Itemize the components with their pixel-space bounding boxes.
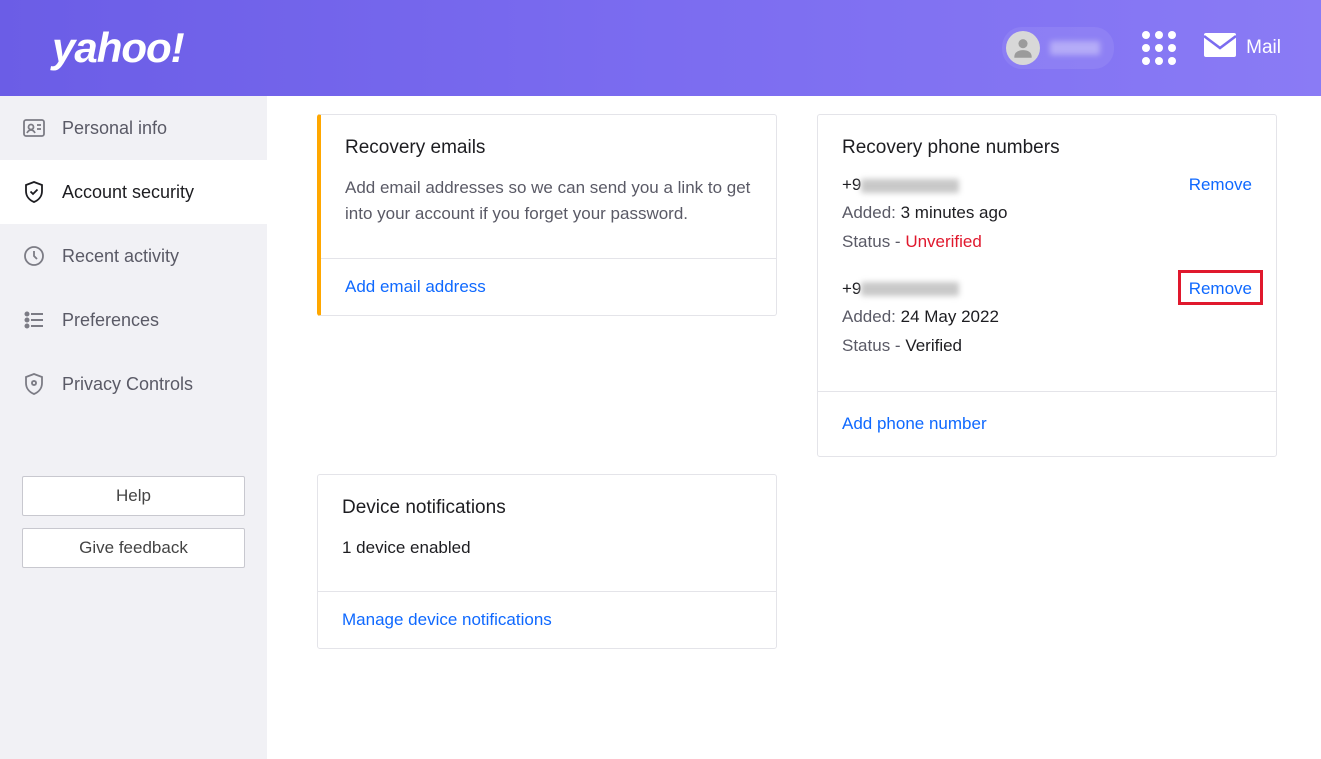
card-footer: Add phone number bbox=[818, 391, 1276, 456]
avatar-icon bbox=[1006, 31, 1040, 65]
card-footer: Manage device notifications bbox=[318, 591, 776, 648]
add-phone-link[interactable]: Add phone number bbox=[842, 414, 987, 433]
status-value: Verified bbox=[905, 336, 962, 355]
sidebar-item-label: Personal info bbox=[62, 118, 167, 139]
card-title: Device notifications bbox=[342, 497, 752, 519]
added-value: 24 May 2022 bbox=[901, 307, 999, 326]
manage-device-link[interactable]: Manage device notifications bbox=[342, 610, 552, 629]
give-feedback-button[interactable]: Give feedback bbox=[22, 528, 245, 568]
highlight-annotation: Remove bbox=[1178, 270, 1263, 305]
added-label: Added: bbox=[842, 307, 896, 326]
device-notifications-card: Device notifications 1 device enabled Ma… bbox=[317, 474, 777, 649]
header-right: Mail bbox=[1002, 27, 1281, 69]
add-email-link[interactable]: Add email address bbox=[345, 277, 486, 296]
logo-text: yahoo! bbox=[52, 24, 184, 71]
phone-prefix: +9 bbox=[842, 175, 861, 194]
sidebar-buttons: Help Give feedback bbox=[0, 476, 267, 568]
account-name-redacted bbox=[1050, 41, 1100, 55]
card-title: Recovery emails bbox=[345, 137, 752, 159]
remove-phone-link[interactable]: Remove bbox=[1189, 175, 1252, 195]
status-value: Unverified bbox=[905, 232, 982, 251]
sidebar-item-label: Privacy Controls bbox=[62, 374, 193, 395]
status-label: Status - bbox=[842, 232, 905, 251]
remove-phone-link[interactable]: Remove bbox=[1189, 279, 1252, 298]
sidebar-item-label: Account security bbox=[62, 182, 194, 203]
phone-info: +9 Added: 3 minutes ago Status - Unverif… bbox=[842, 175, 1007, 257]
app-header: yahoo! Mail bbox=[0, 0, 1321, 96]
phone-meta: Added: 24 May 2022 Status - Verified bbox=[842, 303, 999, 361]
mail-icon bbox=[1204, 33, 1236, 63]
sidebar-item-recent-activity[interactable]: Recent activity bbox=[0, 224, 267, 288]
phone-meta: Added: 3 minutes ago Status - Unverified bbox=[842, 199, 1007, 257]
sidebar-item-account-security[interactable]: Account security bbox=[0, 160, 267, 224]
sidebar-item-label: Preferences bbox=[62, 310, 159, 331]
card-body: Recovery emails Add email addresses so w… bbox=[321, 115, 776, 258]
right-column: Recovery phone numbers +9 Added: 3 minut… bbox=[817, 114, 1277, 457]
sidebar: Personal info Account security Recent ac… bbox=[0, 96, 267, 759]
card-title: Recovery phone numbers bbox=[842, 137, 1252, 159]
left-column: Recovery emails Add email addresses so w… bbox=[317, 114, 777, 649]
phone-number: +9 bbox=[842, 279, 999, 299]
main-area: Recovery emails Add email addresses so w… bbox=[267, 96, 1321, 759]
phone-prefix: +9 bbox=[842, 279, 861, 298]
sidebar-item-preferences[interactable]: Preferences bbox=[0, 288, 267, 352]
card-body: Device notifications 1 device enabled bbox=[318, 475, 776, 591]
recovery-emails-card: Recovery emails Add email addresses so w… bbox=[317, 114, 777, 316]
yahoo-logo[interactable]: yahoo! bbox=[52, 24, 184, 72]
sidebar-item-label: Recent activity bbox=[62, 246, 179, 267]
phone-redacted bbox=[861, 179, 959, 193]
recovery-phones-card: Recovery phone numbers +9 Added: 3 minut… bbox=[817, 114, 1277, 457]
added-label: Added: bbox=[842, 203, 896, 222]
card-description: Add email addresses so we can send you a… bbox=[345, 175, 752, 228]
page-content: Personal info Account security Recent ac… bbox=[0, 96, 1321, 759]
phone-item: +9 Added: 3 minutes ago Status - Unverif… bbox=[842, 175, 1252, 257]
added-value: 3 minutes ago bbox=[901, 203, 1008, 222]
mail-label: Mail bbox=[1246, 37, 1281, 59]
apps-menu-icon[interactable] bbox=[1142, 31, 1176, 65]
phone-info: +9 Added: 24 May 2022 Status - Verified bbox=[842, 279, 999, 361]
card-footer: Add email address bbox=[321, 258, 776, 315]
status-label: Status - bbox=[842, 336, 905, 355]
phone-item: +9 Added: 24 May 2022 Status - Verified … bbox=[842, 279, 1252, 361]
card-body: Recovery phone numbers +9 Added: 3 minut… bbox=[818, 115, 1276, 391]
device-summary: 1 device enabled bbox=[342, 535, 752, 561]
account-menu[interactable] bbox=[1002, 27, 1114, 69]
phone-number: +9 bbox=[842, 175, 1007, 195]
help-button[interactable]: Help bbox=[22, 476, 245, 516]
sidebar-item-personal-info[interactable]: Personal info bbox=[0, 96, 267, 160]
sidebar-item-privacy-controls[interactable]: Privacy Controls bbox=[0, 352, 267, 416]
mail-link[interactable]: Mail bbox=[1204, 33, 1281, 63]
phone-redacted bbox=[861, 282, 959, 296]
